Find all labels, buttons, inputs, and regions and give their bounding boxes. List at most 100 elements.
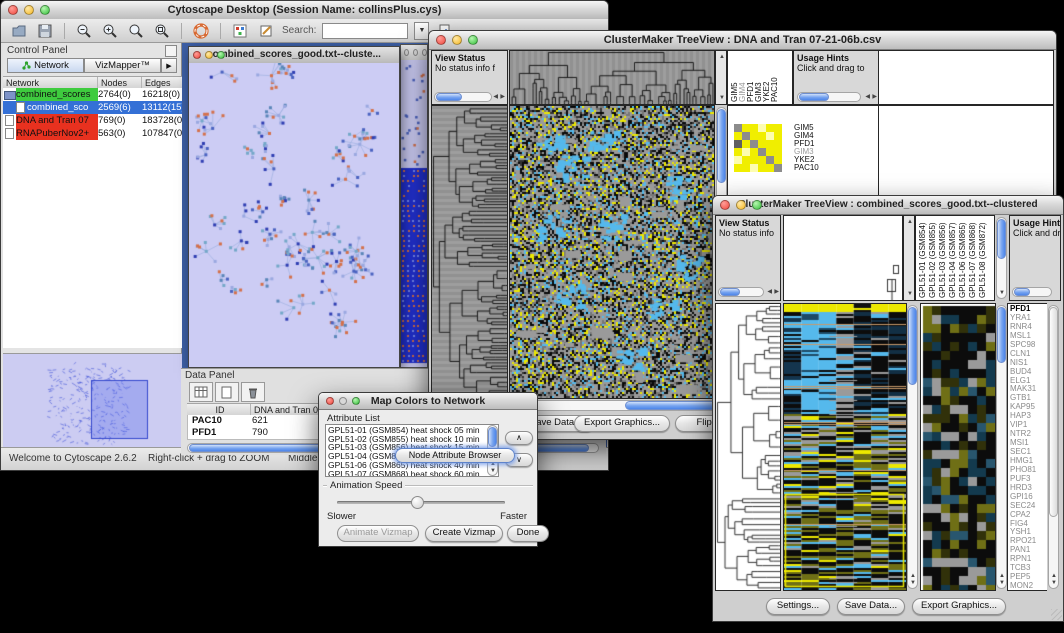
scroll-up-arrow-icon[interactable]: ▲ xyxy=(999,573,1005,579)
zoom-button[interactable] xyxy=(752,200,762,210)
main-title-bar[interactable]: Cytoscape Desktop (Session Name: collins… xyxy=(1,1,608,20)
tv2-column-dendrogram[interactable] xyxy=(783,215,903,301)
column-dendrogram-canvas[interactable] xyxy=(510,51,714,104)
tab-vizmapper[interactable]: VizMapper™ xyxy=(84,58,161,73)
cluster-summary-matrix[interactable] xyxy=(734,124,782,172)
scroll-thumb[interactable] xyxy=(997,307,1006,363)
tv2-heatmap-panel[interactable] xyxy=(783,303,907,591)
minimize-button[interactable] xyxy=(452,35,462,45)
zoom-fit-icon[interactable] xyxy=(152,22,172,40)
resize-grip[interactable] xyxy=(1051,609,1062,620)
scroll-down-arrow-icon[interactable]: ▼ xyxy=(719,95,725,101)
tab-overflow-arrow[interactable]: ▶ xyxy=(161,58,177,73)
close-button[interactable] xyxy=(193,51,201,59)
scroll-right-arrow-icon[interactable]: ▶ xyxy=(500,94,505,100)
zoom-button[interactable] xyxy=(352,397,360,405)
scroll-thumb[interactable] xyxy=(717,109,726,183)
network-tree-row[interactable]: combined_sco 2569(6) 13112(15) xyxy=(3,101,182,114)
tv2-settings-button[interactable]: Settings... xyxy=(766,598,830,615)
tv1-export-graphics-button[interactable]: Export Graphics... xyxy=(574,415,670,432)
float-panel-icon[interactable] xyxy=(165,45,177,57)
delete-attribute-trash-icon[interactable] xyxy=(241,382,265,402)
scroll-left-arrow-icon[interactable]: ◀ xyxy=(493,94,498,100)
scroll-down-arrow-icon[interactable]: ▼ xyxy=(910,580,916,586)
zoom-in-icon[interactable] xyxy=(100,22,120,40)
network-graph-canvas[interactable] xyxy=(189,63,399,367)
vizmapper-icon[interactable] xyxy=(230,22,250,40)
network-tree-row[interactable]: DNA and Tran 07 769(0) 183728(0) xyxy=(3,114,182,127)
network-canvas-dense-grid[interactable] xyxy=(401,60,427,367)
zoom-selected-icon[interactable] xyxy=(126,22,146,40)
zoom-out-icon[interactable] xyxy=(74,22,94,40)
tv2-genelist-vscrollbar[interactable]: ▲ ▼ xyxy=(1048,305,1059,589)
scroll-left-arrow-icon[interactable]: ◀ xyxy=(865,94,870,100)
zoom-button[interactable] xyxy=(422,49,427,56)
scroll-thumb[interactable] xyxy=(720,288,740,296)
tv2-zoom-heatmap-panel[interactable] xyxy=(920,303,996,591)
move-up-button[interactable]: ∧ xyxy=(505,431,533,445)
heatmap-canvas[interactable] xyxy=(510,106,714,398)
tv1-hints-hscrollbar[interactable] xyxy=(797,92,861,102)
open-session-button[interactable] xyxy=(9,22,29,40)
zoom-button[interactable] xyxy=(468,35,478,45)
tv2-labels-vscrollbar[interactable]: ▼ xyxy=(996,217,1007,299)
close-button[interactable] xyxy=(8,5,18,15)
tv1-status-hscrollbar[interactable] xyxy=(434,92,492,102)
network-overview-panel[interactable] xyxy=(3,353,182,449)
network-tree-row[interactable]: combined_scores 2764(0) 16218(0) xyxy=(3,88,182,101)
treeview2-title-bar[interactable]: ClusterMaker TreeView : combined_scores_… xyxy=(713,196,1063,215)
zoom-heatmap-canvas[interactable] xyxy=(921,304,995,590)
speed-slider-thumb[interactable] xyxy=(411,496,424,509)
close-button[interactable] xyxy=(404,49,409,56)
tv2-zoom-vscrollbar[interactable]: ▲ ▼ xyxy=(996,305,1007,589)
scroll-right-arrow-icon[interactable]: ▶ xyxy=(774,289,779,295)
tv2-status-hscrollbar[interactable] xyxy=(718,287,764,297)
network-view-window-2[interactable] xyxy=(400,44,428,368)
tab-network[interactable]: Network xyxy=(7,58,84,73)
zoom-button[interactable] xyxy=(40,5,50,15)
tv1-heatmap-panel[interactable] xyxy=(509,105,715,399)
scroll-down-arrow-icon[interactable]: ▼ xyxy=(999,290,1005,296)
minimize-button[interactable] xyxy=(736,200,746,210)
scroll-down-arrow-icon[interactable]: ▼ xyxy=(999,580,1005,586)
network-view-title-bar[interactable]: combined_scores_good.txt--cluste... xyxy=(189,47,399,64)
minimize-button[interactable] xyxy=(413,49,418,56)
tv2-hints-hscrollbar[interactable] xyxy=(1012,287,1052,297)
minimize-button[interactable] xyxy=(24,5,34,15)
scroll-left-arrow-icon[interactable]: ◀ xyxy=(767,289,772,295)
column-dendrogram-canvas[interactable] xyxy=(784,216,902,300)
scroll-thumb[interactable] xyxy=(1014,288,1030,296)
scroll-thumb[interactable] xyxy=(908,307,917,385)
new-attribute-icon[interactable] xyxy=(215,382,239,402)
scroll-up-arrow-icon[interactable]: ▲ xyxy=(719,54,725,60)
zoom-button[interactable] xyxy=(217,51,225,59)
tv2-save-data-button[interactable]: Save Data... xyxy=(837,598,905,615)
close-button[interactable] xyxy=(436,35,446,45)
scroll-up-arrow-icon[interactable]: ▲ xyxy=(907,219,913,225)
close-button[interactable] xyxy=(326,397,334,405)
tv2-export-graphics-button[interactable]: Export Graphics... xyxy=(912,598,1006,615)
scroll-thumb[interactable] xyxy=(799,93,829,101)
row-dendrogram-canvas[interactable] xyxy=(432,106,507,398)
create-vizmap-button[interactable]: Create Vizmap xyxy=(425,525,503,542)
scroll-down-arrow-icon[interactable]: ▼ xyxy=(1051,580,1057,586)
network-overview-thumbnail[interactable] xyxy=(3,354,182,448)
network-tree-row[interactable]: RNAPuberNov2+ 563(0) 107847(0) xyxy=(3,127,182,140)
gene-label[interactable]: MON2 xyxy=(1010,582,1047,590)
annotation-icon[interactable] xyxy=(256,22,276,40)
tv1-column-dendrogram[interactable] xyxy=(509,50,715,105)
heatmap-canvas[interactable] xyxy=(784,304,906,590)
tv2-dendro-scroll-strip[interactable]: ▲ ▼ xyxy=(903,215,915,301)
minimize-button[interactable] xyxy=(339,397,347,405)
close-button[interactable] xyxy=(720,200,730,210)
tv2-heatmap-vscrollbar[interactable]: ▲ ▼ xyxy=(907,305,918,589)
scroll-up-arrow-icon[interactable]: ▲ xyxy=(910,573,916,579)
done-button[interactable]: Done xyxy=(507,525,549,542)
scroll-thumb[interactable] xyxy=(997,219,1006,259)
tv1-dendro-scroll-strip[interactable]: ▲ ▼ xyxy=(715,50,727,105)
tv1-row-dendrogram[interactable] xyxy=(431,105,508,399)
scroll-thumb[interactable] xyxy=(488,427,497,447)
scroll-thumb[interactable] xyxy=(436,93,462,101)
dialog-title-bar[interactable]: Map Colors to Network xyxy=(319,393,537,410)
select-attributes-icon[interactable] xyxy=(189,382,213,402)
